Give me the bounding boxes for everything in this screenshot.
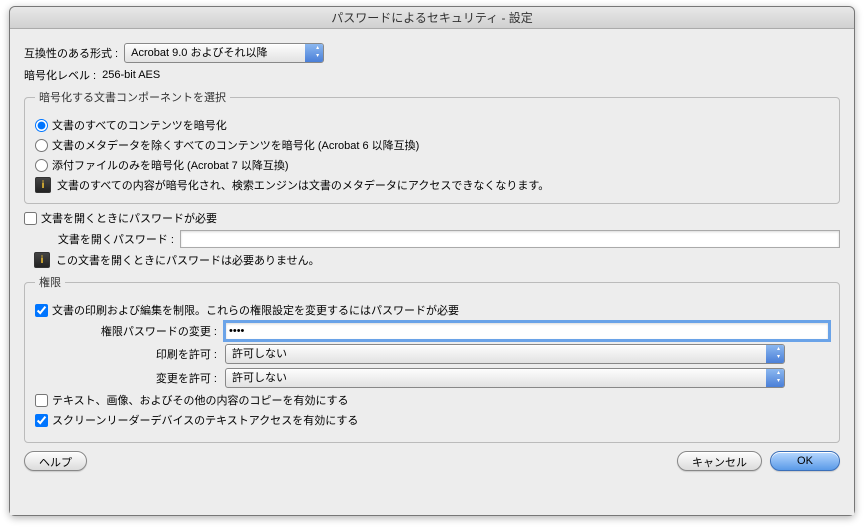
dialog-window: パスワードによるセキュリティ - 設定 互換性のある形式 : Acrobat 9…: [9, 6, 855, 516]
open-password-required-checkbox[interactable]: [24, 212, 37, 225]
open-password-label: 文書を開くパスワード :: [34, 231, 174, 247]
encrypt-except-meta-radio[interactable]: [35, 139, 48, 152]
components-info-text: 文書のすべての内容が暗号化され、検索エンジンは文書のメタデータにアクセスできなく…: [57, 177, 549, 193]
encrypt-all-label[interactable]: 文書のすべてのコンテンツを暗号化: [52, 117, 227, 133]
perm-password-label: 権限パスワードの変更 :: [35, 323, 225, 339]
compat-select[interactable]: Acrobat 9.0 およびそれ以降: [124, 43, 324, 63]
help-button[interactable]: ヘルプ: [24, 451, 87, 471]
dialog-content: 互換性のある形式 : Acrobat 9.0 およびそれ以降 暗号化レベル : …: [10, 29, 854, 515]
cancel-button[interactable]: キャンセル: [677, 451, 762, 471]
encrypt-level-label: 暗号化レベル :: [24, 67, 96, 83]
open-password-info: この文書を開くときにパスワードは必要ありません。: [56, 252, 320, 268]
enable-copy-label[interactable]: テキスト、画像、およびその他の内容のコピーを有効にする: [52, 392, 349, 408]
perm-password-field[interactable]: [225, 322, 829, 340]
info-icon: i: [35, 177, 51, 193]
encrypt-except-meta-label[interactable]: 文書のメタデータを除くすべてのコンテンツを暗号化 (Acrobat 6 以降互換…: [52, 137, 419, 153]
components-group: 暗号化する文書コンポーネントを選択 文書のすべてのコンテンツを暗号化 文書のメタ…: [24, 89, 840, 204]
encrypt-level-value: 256-bit AES: [102, 69, 160, 81]
encrypt-attach-label[interactable]: 添付ファイルのみを暗号化 (Acrobat 7 以降互換): [52, 157, 289, 173]
encrypt-all-radio[interactable]: [35, 119, 48, 132]
print-allow-label: 印刷を許可 :: [35, 346, 225, 362]
info-icon: i: [34, 252, 50, 268]
restrict-print-edit-label[interactable]: 文書の印刷および編集を制限。これらの権限設定を変更するにはパスワードが必要: [52, 302, 459, 318]
permissions-group: 権限 文書の印刷および編集を制限。これらの権限設定を変更するにはパスワードが必要…: [24, 274, 840, 443]
dialog-title: パスワードによるセキュリティ - 設定: [10, 7, 854, 29]
enable-screenreader-checkbox[interactable]: [35, 414, 48, 427]
compat-label: 互換性のある形式 :: [24, 45, 118, 61]
components-legend: 暗号化する文書コンポーネントを選択: [35, 89, 230, 105]
restrict-print-edit-checkbox[interactable]: [35, 304, 48, 317]
enable-screenreader-label[interactable]: スクリーンリーダーデバイスのテキストアクセスを有効にする: [52, 412, 358, 428]
print-allow-select[interactable]: 許可しない: [225, 344, 785, 364]
ok-button[interactable]: OK: [770, 451, 840, 471]
open-password-field: [180, 230, 840, 248]
permissions-legend: 権限: [35, 274, 65, 290]
encrypt-attach-radio[interactable]: [35, 159, 48, 172]
change-allow-label: 変更を許可 :: [35, 370, 225, 386]
enable-copy-checkbox[interactable]: [35, 394, 48, 407]
open-password-required-label[interactable]: 文書を開くときにパスワードが必要: [41, 210, 217, 226]
change-allow-select[interactable]: 許可しない: [225, 368, 785, 388]
